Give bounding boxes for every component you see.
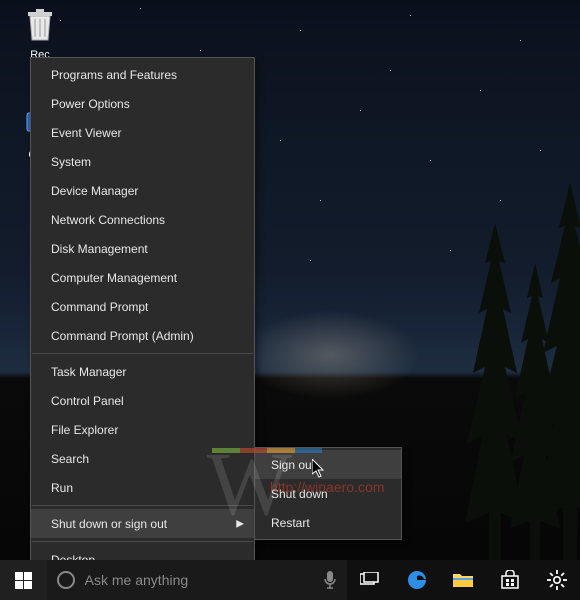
menu-item-search[interactable]: Search: [31, 444, 254, 473]
menu-separator: [32, 541, 253, 542]
task-view-button[interactable]: [347, 560, 394, 600]
cortana-search-box[interactable]: Ask me anything: [47, 560, 347, 600]
folder-icon: [452, 571, 474, 589]
submenu-item-restart[interactable]: Restart: [255, 508, 401, 537]
menu-item-computer-management[interactable]: Computer Management: [31, 263, 254, 292]
winx-context-menu: Programs and Features Power Options Even…: [30, 57, 255, 577]
menu-item-device-manager[interactable]: Device Manager: [31, 176, 254, 205]
menu-item-programs-features[interactable]: Programs and Features: [31, 60, 254, 89]
menu-item-disk-management[interactable]: Disk Management: [31, 234, 254, 263]
edge-icon: [406, 569, 428, 591]
menu-item-control-panel[interactable]: Control Panel: [31, 386, 254, 415]
taskbar-store[interactable]: [487, 560, 534, 600]
submenu-item-shut-down[interactable]: Shut down: [255, 479, 401, 508]
gear-icon: [547, 570, 567, 590]
menu-separator: [32, 353, 253, 354]
menu-item-run[interactable]: Run: [31, 473, 254, 502]
windows-logo-icon: [15, 572, 32, 589]
cortana-icon: [57, 571, 75, 589]
taskbar-settings[interactable]: [533, 560, 580, 600]
start-button[interactable]: [0, 560, 47, 600]
menu-item-command-prompt-admin[interactable]: Command Prompt (Admin): [31, 321, 254, 350]
desktop-icon-recycle-bin[interactable]: Rec: [5, 5, 75, 61]
tree-3: [535, 183, 580, 563]
search-placeholder: Ask me anything: [85, 572, 313, 588]
menu-item-command-prompt[interactable]: Command Prompt: [31, 292, 254, 321]
shutdown-submenu: Sign out Shut down Restart: [254, 447, 402, 540]
menu-item-power-options[interactable]: Power Options: [31, 89, 254, 118]
submenu-arrow-icon: ▶: [236, 518, 244, 529]
menu-separator: [32, 505, 253, 506]
taskbar-file-explorer[interactable]: [440, 560, 487, 600]
microphone-icon: [323, 570, 337, 590]
menu-item-event-viewer[interactable]: Event Viewer: [31, 118, 254, 147]
menu-item-task-manager[interactable]: Task Manager: [31, 357, 254, 386]
taskbar-edge[interactable]: [393, 560, 440, 600]
submenu-item-sign-out[interactable]: Sign out: [255, 450, 401, 479]
menu-item-file-explorer[interactable]: File Explorer: [31, 415, 254, 444]
menu-item-network-connections[interactable]: Network Connections: [31, 205, 254, 234]
menu-item-system[interactable]: System: [31, 147, 254, 176]
recycle-bin-icon: [20, 5, 60, 45]
taskbar: Ask me anything: [0, 560, 580, 600]
menu-item-shutdown-signout[interactable]: Shut down or sign out ▶: [31, 509, 254, 538]
store-icon: [500, 570, 520, 590]
